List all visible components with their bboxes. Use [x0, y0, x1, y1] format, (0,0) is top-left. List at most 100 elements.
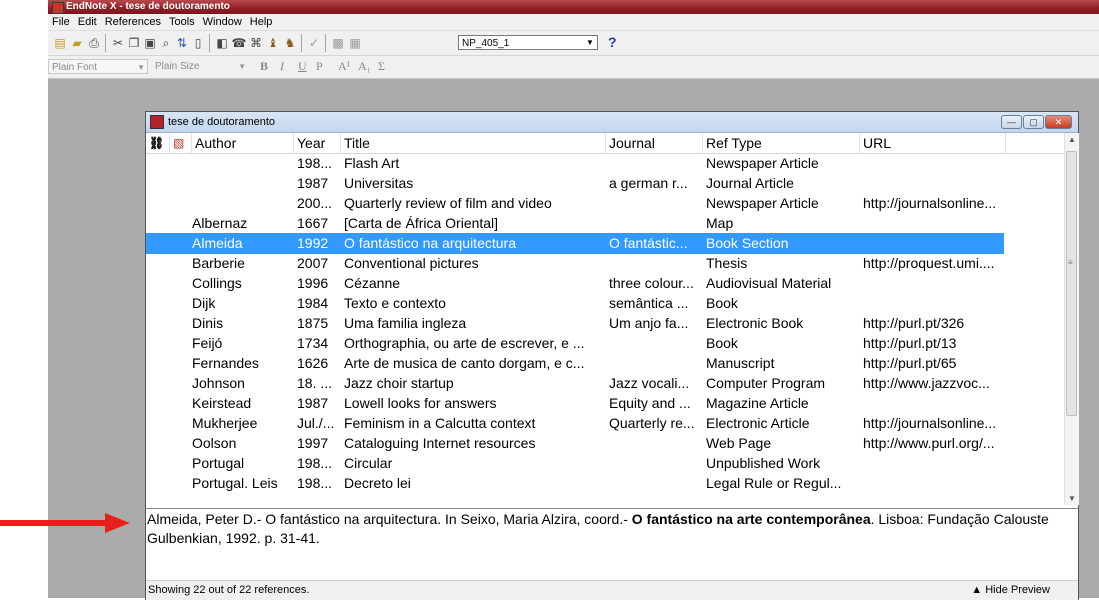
close-icon[interactable]: ✕ — [1045, 115, 1072, 129]
table-row[interactable]: Collings 1996 Cézanne three colour... Audiov… — [146, 273, 1004, 294]
cell-url: http://purl.pt/326 — [863, 315, 965, 331]
subscript-button[interactable]: A₁ — [358, 59, 371, 74]
sort-icon[interactable]: ⇅ — [174, 35, 190, 51]
cell-author: Portugal. Leis — [192, 475, 278, 491]
column-reftype[interactable]: Ref Type — [703, 133, 860, 153]
new-library-icon[interactable]: ▤ — [52, 35, 68, 51]
library-title: tese de doutoramento — [168, 116, 276, 128]
find-icon[interactable]: ⌕ — [158, 35, 174, 51]
cell-journal: Quarterly re... — [609, 415, 695, 431]
menu-tools[interactable]: Tools — [165, 14, 199, 30]
table-row[interactable]: Keirstead 1987 Lowell looks for answers Equ… — [146, 393, 1004, 414]
cell-url: http://purl.pt/13 — [863, 335, 957, 351]
cell-reftype: Newspaper Article — [706, 155, 819, 171]
connect-icon[interactable]: ☎ — [231, 35, 247, 51]
output-style-select[interactable]: NP_405_1 ▼ — [458, 35, 598, 50]
insert-object-icon[interactable]: ▦ — [347, 35, 363, 51]
cell-year: 198... — [297, 455, 333, 471]
cell-reftype: Legal Rule or Regul... — [706, 475, 842, 491]
library-title-bar: tese de doutoramento — ▢ ✕ — [146, 112, 1078, 133]
column-author[interactable]: Author — [192, 133, 294, 153]
symbol-button[interactable]: Σ — [378, 59, 385, 74]
cut-icon[interactable]: ✂ — [110, 35, 126, 51]
menu-edit[interactable]: Edit — [74, 14, 101, 30]
cell-reftype: Magazine Article — [706, 395, 809, 411]
scroll-up-icon[interactable]: ▲ — [1068, 135, 1076, 144]
library-icon — [150, 115, 164, 129]
hide-preview-button[interactable]: ▲ Hide Preview — [971, 581, 1050, 600]
table-row[interactable]: Mukherjee Jul./... Feminism in a Calcutta … — [146, 413, 1004, 434]
spell-check-icon[interactable]: ✓ — [306, 35, 322, 51]
cell-reftype: Audiovisual Material — [706, 275, 832, 291]
table-row[interactable]: Feijó 1734 Orthographia, ou arte de escrev… — [146, 333, 1004, 354]
size-select[interactable]: Plain Size ▼ — [152, 59, 248, 74]
cell-reftype: Manuscript — [706, 355, 775, 371]
table-row[interactable]: Fernandes 1626 Arte de musica de canto dor… — [146, 353, 1004, 374]
copy-icon[interactable]: ❐ — [126, 35, 142, 51]
reference-preview: Almeida, Peter D.- O fantástico na arqui… — [146, 508, 1078, 578]
cell-title: Cézanne — [344, 275, 401, 291]
table-row[interactable]: Almeida 1992 O fantástico na arquitectura O… — [146, 233, 1004, 254]
open-library-icon[interactable]: ▰ — [69, 35, 85, 51]
cell-year: 1992 — [297, 235, 329, 251]
cell-author: Fernandes — [192, 355, 259, 371]
cell-reftype: Electronic Book — [706, 315, 804, 331]
toolbar-separator — [105, 34, 106, 52]
table-row[interactable]: Dinis 1875 Uma familia ingleza Um anjo fa..… — [146, 313, 1004, 334]
chevron-down-icon: ▼ — [586, 38, 594, 47]
table-row[interactable]: Barberie 2007 Conventional pictures Thesis h… — [146, 253, 1004, 274]
print-icon[interactable]: ⎙ — [86, 35, 102, 51]
cell-author: Barberie — [192, 255, 245, 271]
plain-button[interactable]: P — [316, 59, 323, 74]
bold-button[interactable]: B — [260, 59, 268, 74]
scrollbar-thumb[interactable] — [1066, 151, 1077, 416]
export-icon[interactable]: ♞ — [282, 35, 298, 51]
column-journal[interactable]: Journal — [606, 133, 703, 153]
table-row[interactable]: 200... Quarterly review of film and video… — [146, 193, 1004, 214]
table-row[interactable]: 1987 Universitas a german r... Journal Arti… — [146, 173, 1004, 194]
cell-reftype: Electronic Article — [706, 415, 810, 431]
paste-icon[interactable]: ▣ — [142, 35, 158, 51]
pdf-icon[interactable]: ▧ — [170, 133, 192, 153]
table-row[interactable]: Portugal 198... Circular Unpublished Work — [146, 453, 1004, 474]
show-all-icon[interactable]: ▯ — [190, 35, 206, 51]
column-title[interactable]: Title — [341, 133, 606, 153]
library-window: tese de doutoramento — ▢ ✕ ⛓ ▧ Author Ye… — [145, 111, 1079, 600]
table-row[interactable]: Portugal. Leis 198... Decreto lei Legal Rul… — [146, 473, 1004, 494]
cell-year: 1667 — [297, 215, 329, 231]
reference-list: ⛓ ▧ Author Year Title Journal Ref Type U… — [146, 133, 1064, 505]
cell-author: Portugal — [192, 455, 245, 471]
table-row[interactable]: Oolson 1997 Cataloguing Internet resources… — [146, 433, 1004, 454]
font-select[interactable]: Plain Font ▼ — [48, 59, 148, 74]
menu-file[interactable]: File — [48, 14, 74, 30]
column-url[interactable]: URL — [860, 133, 1006, 153]
cell-reftype: Journal Article — [706, 175, 794, 191]
column-year[interactable]: Year — [294, 133, 341, 153]
table-row[interactable]: Dijk 1984 Texto e contexto semântica ... Boo… — [146, 293, 1004, 314]
cell-author: Collings — [192, 275, 242, 291]
menu-help[interactable]: Help — [246, 14, 277, 30]
cell-title: [Carta de África Oriental] — [344, 215, 499, 231]
maximize-icon[interactable]: ▢ — [1023, 115, 1044, 129]
italic-button[interactable]: I — [280, 59, 284, 74]
import-icon[interactable]: ♝ — [265, 35, 281, 51]
online-search-icon[interactable]: ⌘ — [248, 35, 264, 51]
scroll-down-icon[interactable]: ▼ — [1068, 494, 1076, 503]
menu-window[interactable]: Window — [199, 14, 246, 30]
menu-references[interactable]: References — [101, 14, 165, 30]
insert-picture-icon[interactable]: ▩ — [330, 35, 346, 51]
cell-year: 198... — [297, 155, 333, 171]
underline-button[interactable]: U — [298, 59, 307, 74]
minimize-icon[interactable]: — — [1001, 115, 1022, 129]
attachment-icon[interactable]: ⛓ — [146, 133, 170, 153]
format-paper-icon[interactable]: ◧ — [214, 35, 230, 51]
table-row[interactable]: Johnson 18. ... Jazz choir startup Jazz voc… — [146, 373, 1004, 394]
table-row[interactable]: 198... Flash Art Newspaper Article — [146, 153, 1004, 174]
help-button[interactable]: ? — [608, 34, 617, 50]
table-row[interactable]: Albernaz 1667 [Carta de África Oriental] Ma… — [146, 213, 1004, 234]
superscript-button[interactable]: A¹ — [338, 59, 350, 74]
cell-year: 1987 — [297, 175, 329, 191]
cell-title: Uma familia ingleza — [344, 315, 467, 331]
vertical-scrollbar[interactable]: ▲ ≡ ▼ — [1064, 133, 1079, 505]
cell-url: http://proquest.umi.... — [863, 255, 995, 271]
